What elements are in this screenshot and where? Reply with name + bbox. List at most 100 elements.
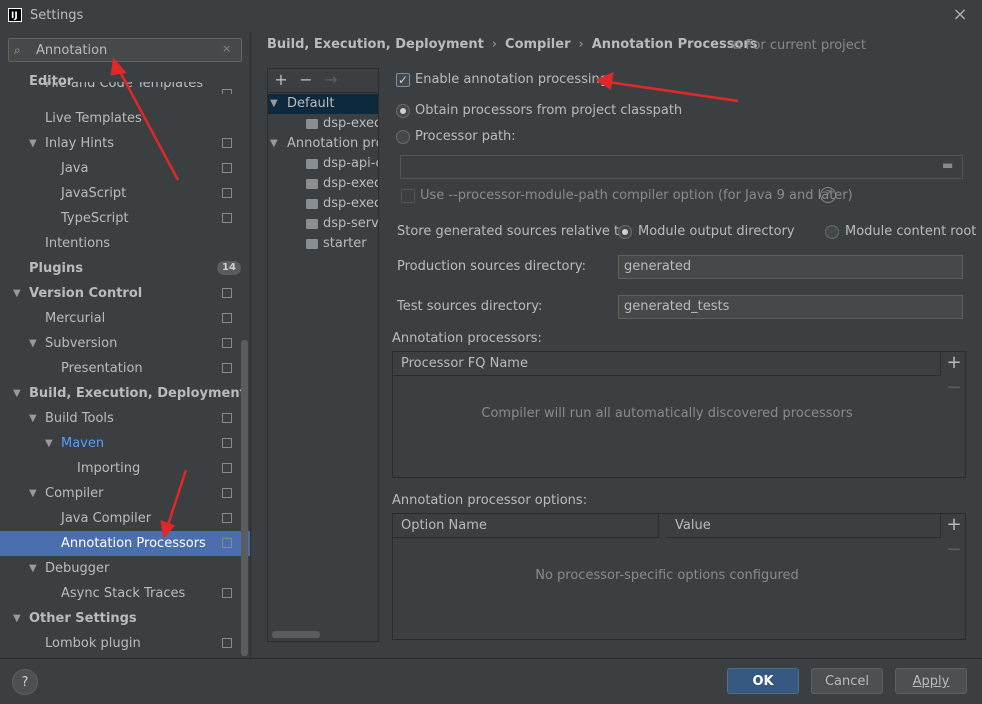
sidebar-item-java-compiler[interactable]: Java Compiler (0, 506, 250, 531)
enable-annotation-checkbox[interactable]: ✓ (396, 73, 410, 87)
chevron-down-icon[interactable]: ▼ (29, 481, 41, 506)
sidebar-item-plugins[interactable]: Plugins 14 (0, 256, 250, 281)
move-to-profile-button[interactable]: → (322, 69, 340, 91)
sidebar-item-intentions[interactable]: Intentions (0, 231, 250, 256)
chevron-down-icon[interactable]: ▼ (29, 406, 41, 431)
clear-search-icon[interactable]: × (222, 42, 236, 58)
remove-option-button[interactable]: − (942, 539, 966, 560)
profile-item-label: dsp-servi (323, 216, 378, 231)
sidebar-item-version-control[interactable]: ▼ Version Control (0, 281, 250, 306)
sidebar-item-label: TypeScript (61, 211, 129, 226)
options-empty-message: No processor-specific options configured (535, 568, 799, 583)
profile-module-item[interactable]: dsp-api-c (268, 154, 378, 174)
option-value-header[interactable]: Value (667, 514, 941, 538)
cancel-button[interactable]: Cancel (811, 668, 883, 694)
breadcrumb-item: Compiler (505, 37, 571, 52)
obtain-from-classpath-radio[interactable] (396, 104, 410, 118)
help-button[interactable]: ? (12, 669, 38, 695)
project-scope-icon (222, 163, 232, 173)
sidebar-item-build-execution-deployment[interactable]: ▼ Build, Execution, Deployment (0, 381, 250, 406)
sidebar-item-label: Build, Execution, Deployment (29, 386, 246, 401)
sidebar-item-label: Build Tools (45, 411, 114, 426)
sidebar-item-compiler[interactable]: ▼ Compiler (0, 481, 250, 506)
sidebar-item-async-stack-traces[interactable]: Async Stack Traces (0, 581, 250, 606)
module-path-label[interactable]: Use --processor-module-path compiler opt… (420, 188, 853, 203)
chevron-down-icon[interactable]: ▼ (29, 331, 41, 356)
chevron-down-icon[interactable]: ▼ (270, 134, 278, 154)
sidebar-item-label: Compiler (45, 486, 104, 501)
add-profile-button[interactable]: + (272, 69, 290, 91)
chevron-down-icon[interactable]: ▼ (13, 606, 25, 631)
apply-button[interactable]: Apply (895, 668, 967, 694)
sidebar-item-live-templates[interactable]: Live Templates (0, 106, 250, 131)
chevron-down-icon[interactable]: ▼ (29, 556, 41, 581)
add-option-button[interactable]: + (942, 514, 966, 535)
sidebar-item-maven[interactable]: ▼ Maven (0, 431, 250, 456)
ok-button[interactable]: OK (727, 668, 799, 694)
sidebar-item-label: Lombok plugin (45, 636, 141, 651)
help-icon[interactable]: ? (820, 187, 836, 203)
module-folder-icon (306, 119, 318, 129)
sidebar-item-other-settings[interactable]: ▼ Other Settings (0, 606, 250, 631)
project-scope-icon (222, 488, 232, 498)
chevron-down-icon[interactable]: ▼ (13, 281, 25, 306)
profiles-scrollbar[interactable] (272, 631, 320, 638)
close-icon[interactable]: × (950, 4, 970, 26)
processor-path-field[interactable] (400, 155, 963, 179)
remove-processor-button[interactable]: − (942, 377, 966, 398)
chevron-down-icon[interactable]: ▼ (270, 94, 278, 114)
profile-module-item[interactable]: dsp-execu (268, 174, 378, 194)
project-scope-icon (222, 438, 232, 448)
sidebar-scrollbar[interactable] (241, 340, 248, 656)
profile-item[interactable]: ▼ Annotation profi (268, 134, 378, 154)
folder-icon[interactable]: ▬ (942, 158, 953, 172)
test-sources-field[interactable]: generated_tests (618, 295, 963, 319)
processors-empty-message: Compiler will run all automatically disc… (481, 406, 853, 421)
sidebar-item-inlay-hints[interactable]: ▼ Inlay Hints (0, 131, 250, 156)
module-output-label[interactable]: Module output directory (638, 224, 795, 239)
profile-item[interactable]: ▼ Default (268, 94, 378, 114)
production-sources-field[interactable]: generated (618, 255, 963, 279)
search-input[interactable] (36, 40, 216, 60)
sidebar-item-debugger[interactable]: ▼ Debugger (0, 556, 250, 581)
module-content-label[interactable]: Module content root (845, 224, 976, 239)
chevron-down-icon[interactable]: ▼ (13, 381, 25, 406)
chevron-down-icon[interactable]: ▼ (29, 131, 41, 156)
project-scope-icon (222, 588, 232, 598)
sidebar-item-mercurial[interactable]: Mercurial (0, 306, 250, 331)
profile-module-item[interactable]: starter (268, 234, 378, 254)
profile-module-item[interactable]: dsp-execu (268, 194, 378, 214)
sidebar-item-file-and-code-templates[interactable]: File and Code Templates (0, 82, 250, 94)
remove-profile-button[interactable]: − (297, 69, 315, 91)
sidebar-item-subversion[interactable]: ▼ Subversion (0, 331, 250, 356)
sidebar-item-typescript[interactable]: TypeScript (0, 206, 250, 231)
annotation-processors-label: Annotation processors: (392, 331, 542, 346)
chevron-down-icon[interactable]: ▼ (45, 431, 57, 456)
module-folder-icon (306, 199, 318, 209)
sidebar-item-java[interactable]: Java (0, 156, 250, 181)
processor-path-radio[interactable] (396, 130, 410, 144)
sidebar-item-presentation[interactable]: Presentation (0, 356, 250, 381)
sidebar-item-build-tools[interactable]: ▼ Build Tools (0, 406, 250, 431)
profile-module-item[interactable]: dsp-servi (268, 214, 378, 234)
processor-fq-name-header[interactable]: Processor FQ Name (393, 352, 941, 376)
sidebar-item-annotation-processors[interactable]: Annotation Processors (0, 531, 250, 556)
add-processor-button[interactable]: + (942, 352, 966, 373)
processor-path-label[interactable]: Processor path: (415, 129, 516, 144)
sidebar-item-importing[interactable]: Importing (0, 456, 250, 481)
module-content-radio[interactable] (825, 225, 839, 239)
option-name-header[interactable]: Option Name (393, 514, 659, 538)
module-output-radio[interactable] (618, 225, 632, 239)
project-scope-icon (222, 313, 232, 323)
module-path-checkbox[interactable] (401, 189, 415, 203)
module-folder-icon (306, 239, 318, 249)
obtain-from-classpath-label[interactable]: Obtain processors from project classpath (415, 103, 682, 118)
sidebar-item-label: Maven (61, 436, 105, 451)
processors-table: Processor FQ Name Compiler will run all … (392, 351, 966, 478)
profile-item-label: starter (323, 236, 367, 251)
sidebar-item-javascript[interactable]: JavaScript (0, 181, 250, 206)
profile-module-item[interactable]: dsp-execu (268, 114, 378, 134)
sidebar-item-lombok-plugin[interactable]: Lombok plugin (0, 631, 250, 656)
enable-annotation-label[interactable]: Enable annotation processing (415, 72, 608, 87)
arrow-to-enable-checkbox (595, 71, 739, 103)
